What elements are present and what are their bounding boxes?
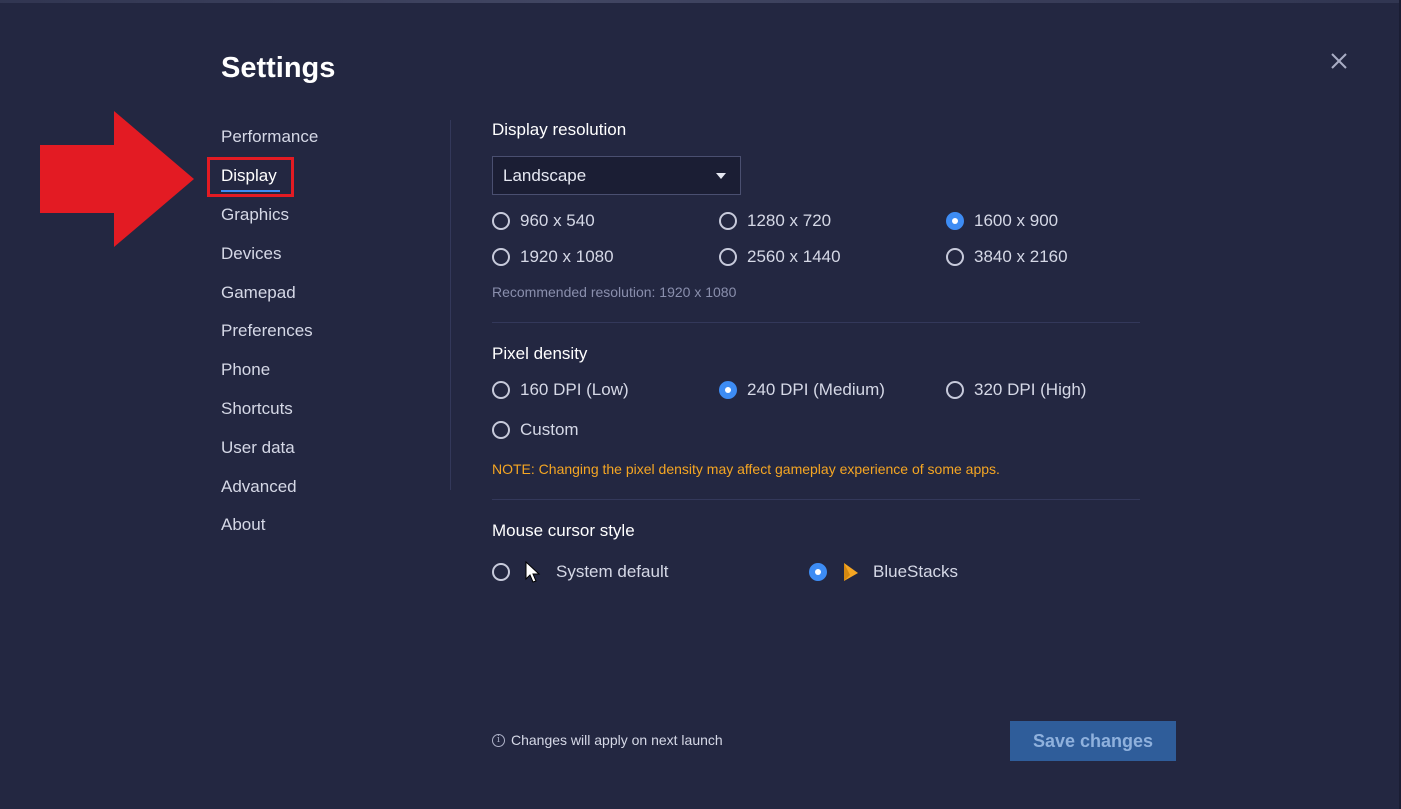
system-cursor-icon xyxy=(524,561,544,583)
radio-icon xyxy=(719,212,737,230)
radio-selected-icon xyxy=(719,381,737,399)
resolution-radio-1280x720[interactable]: 1280 x 720 xyxy=(719,209,831,233)
radio-icon xyxy=(492,381,510,399)
sidebar-item-label: Advanced xyxy=(221,477,297,496)
dpi-radio-160[interactable]: 160 DPI (Low) xyxy=(492,378,629,402)
section-divider xyxy=(492,499,1140,500)
sidebar-item-gamepad[interactable]: Gamepad xyxy=(221,283,296,307)
mouse-cursor-title: Mouse cursor style xyxy=(492,521,635,540)
sidebar-item-label: User data xyxy=(221,438,295,457)
resolution-radio-3840x2160[interactable]: 3840 x 2160 xyxy=(946,245,1068,269)
sidebar-item-user-data[interactable]: User data xyxy=(221,438,295,462)
dpi-radio-custom[interactable]: Custom xyxy=(492,418,579,442)
radio-label: 320 DPI (High) xyxy=(974,380,1087,399)
sidebar-item-graphics[interactable]: Graphics xyxy=(221,205,289,229)
radio-icon xyxy=(492,212,510,230)
orientation-select[interactable]: Landscape xyxy=(492,156,741,195)
radio-label: 960 x 540 xyxy=(520,211,595,230)
apply-info: i Changes will apply on next launch xyxy=(492,732,723,748)
radio-icon xyxy=(492,563,510,581)
section-divider xyxy=(492,322,1140,323)
resolution-radio-2560x1440[interactable]: 2560 x 1440 xyxy=(719,245,841,269)
save-changes-button[interactable]: Save changes xyxy=(1010,721,1176,761)
radio-label: BlueStacks xyxy=(873,562,959,581)
sidebar-item-preferences[interactable]: Preferences xyxy=(221,321,313,345)
sidebar-item-label: Performance xyxy=(221,127,319,146)
dpi-radio-240[interactable]: 240 DPI (Medium) xyxy=(719,378,885,402)
radio-icon xyxy=(492,248,510,266)
radio-selected-icon xyxy=(946,212,964,230)
sidebar-item-devices[interactable]: Devices xyxy=(221,244,281,268)
sidebar-item-label: Graphics xyxy=(221,205,290,224)
annotation-arrow-icon xyxy=(40,111,194,247)
apply-info-text: Changes will apply on next launch xyxy=(511,732,723,748)
orientation-value: Landscape xyxy=(503,165,587,185)
radio-icon xyxy=(719,248,737,266)
radio-label: 1280 x 720 xyxy=(747,211,832,230)
sidebar-item-label: Phone xyxy=(221,360,271,379)
sidebar-item-phone[interactable]: Phone xyxy=(221,360,270,384)
resolution-radio-1920x1080[interactable]: 1920 x 1080 xyxy=(492,245,614,269)
radio-label: 160 DPI (Low) xyxy=(520,380,629,399)
radio-icon xyxy=(492,421,510,439)
radio-label: 3840 x 2160 xyxy=(974,247,1068,266)
sidebar-item-about[interactable]: About xyxy=(221,515,265,539)
sidebar-item-label: Shortcuts xyxy=(221,399,293,418)
top-strip xyxy=(0,0,1401,3)
pixel-density-title: Pixel density xyxy=(492,344,588,363)
close-icon xyxy=(1331,53,1347,69)
radio-icon xyxy=(946,248,964,266)
sidebar-divider xyxy=(450,120,451,490)
cursor-radio-bluestacks[interactable]: BlueStacks xyxy=(809,560,958,584)
radio-icon xyxy=(946,381,964,399)
page-title: Settings xyxy=(221,52,336,84)
radio-label: 2560 x 1440 xyxy=(747,247,841,266)
annotation-highlight-box xyxy=(207,157,294,197)
radio-label: Custom xyxy=(520,420,579,439)
sidebar-item-advanced[interactable]: Advanced xyxy=(221,477,297,501)
chevron-down-icon xyxy=(716,173,726,179)
sidebar-item-performance[interactable]: Performance xyxy=(221,127,318,151)
info-icon: i xyxy=(492,733,505,747)
sidebar-item-label: Devices xyxy=(221,244,282,263)
dpi-radio-320[interactable]: 320 DPI (High) xyxy=(946,378,1086,402)
bluestacks-cursor-icon xyxy=(841,561,861,583)
close-button[interactable] xyxy=(1327,49,1351,73)
pixel-density-note: NOTE: Changing the pixel density may aff… xyxy=(492,461,1000,477)
resolution-radio-1600x900[interactable]: 1600 x 900 xyxy=(946,209,1058,233)
cursor-radio-system-default[interactable]: System default xyxy=(492,560,668,584)
sidebar-item-label: Preferences xyxy=(221,321,313,340)
sidebar-item-label: Gamepad xyxy=(221,283,296,302)
radio-label: 1920 x 1080 xyxy=(520,247,614,266)
radio-label: 240 DPI (Medium) xyxy=(747,380,885,399)
radio-label: System default xyxy=(556,562,669,581)
resolution-radio-960x540[interactable]: 960 x 540 xyxy=(492,209,595,233)
display-resolution-title: Display resolution xyxy=(492,120,627,139)
recommended-resolution-hint: Recommended resolution: 1920 x 1080 xyxy=(492,284,737,300)
sidebar-item-shortcuts[interactable]: Shortcuts xyxy=(221,399,293,423)
radio-selected-icon xyxy=(809,563,827,581)
sidebar-item-label: About xyxy=(221,515,266,534)
radio-label: 1600 x 900 xyxy=(974,211,1059,230)
